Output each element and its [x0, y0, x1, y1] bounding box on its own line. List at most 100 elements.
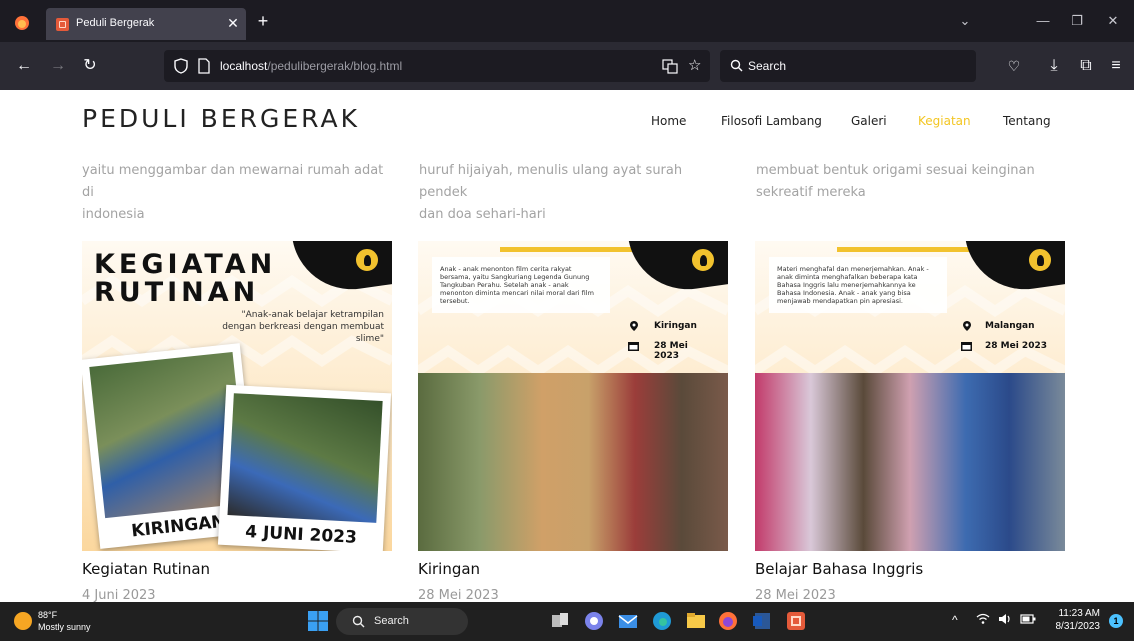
card-date: 4 Juni 2023 — [82, 588, 156, 602]
edge-browser-icon[interactable] — [650, 609, 674, 633]
description-line: yaitu menggambar dan mewarnai rumah adat… — [82, 163, 384, 200]
app-pinned-icon[interactable] — [784, 609, 808, 633]
photo-children-studying-english — [755, 373, 1065, 551]
address-bar[interactable]: localhost/pedulibergerak/blog.html ☆ — [164, 50, 710, 82]
activity-card[interactable]: Anak - anak menonton film cerita rakyat … — [418, 241, 730, 602]
previous-card-description: membuat bentuk origami sesuai keinginan … — [756, 160, 1068, 204]
wifi-icon[interactable] — [976, 613, 990, 628]
url-host: localhost — [220, 59, 268, 73]
poster-location: Malangan — [985, 321, 1035, 331]
url-text[interactable]: localhost/pedulibergerak/blog.html — [220, 59, 402, 73]
poster-location: Kiringan — [654, 321, 697, 331]
nav-tentang[interactable]: Tentang — [1003, 114, 1051, 128]
previous-card-description: huruf hijaiyah, menulis ulang ayat surah… — [419, 160, 731, 226]
description-line: membuat bentuk origami sesuai keinginan — [756, 163, 1035, 178]
clock-time: 11:23 AM — [1058, 608, 1100, 619]
activity-poster-image[interactable]: Anak - anak menonton film cerita rakyat … — [418, 241, 728, 551]
restore-window-icon[interactable]: ❐ — [1068, 12, 1086, 30]
reload-icon[interactable]: ↻ — [80, 56, 100, 76]
pocket-icon[interactable]: ♡ — [1004, 56, 1024, 76]
tab-title: Peduli Bergerak — [76, 17, 155, 29]
web-page: PEDULI BERGERAK Home Filosofi Lambang Ga… — [0, 90, 1134, 602]
mail-icon[interactable] — [616, 609, 640, 633]
poster-heading: KEGIATAN RUTINAN — [94, 251, 276, 307]
description-line: indonesia — [82, 207, 145, 222]
previous-card-description: yaitu menggambar dan mewarnai rumah adat… — [82, 160, 394, 226]
poster-heading-line: RUTINAN — [94, 277, 260, 308]
nav-filosofi-lambang[interactable]: Filosofi Lambang — [721, 114, 822, 128]
page-info-icon[interactable] — [198, 58, 210, 74]
description-line: dan doa sehari-hari — [419, 207, 546, 222]
poster-date: 28 Mei 2023 — [654, 341, 688, 361]
close-window-icon[interactable]: ✕ — [1104, 12, 1122, 30]
search-bar[interactable]: Search — [720, 50, 976, 82]
poster-description: Materi menghafal dan menerjemahkan. Anak… — [769, 257, 947, 313]
weather-condition: Mostly sunny — [38, 622, 91, 632]
firefox-taskbar-icon[interactable] — [716, 609, 740, 633]
weather-temperature: 88°F — [38, 610, 58, 620]
search-icon — [352, 615, 365, 628]
calendar-icon — [628, 342, 639, 351]
poster-date: 4 JUNI 2023 — [244, 522, 358, 548]
file-explorer-icon[interactable] — [684, 609, 708, 633]
photo-children-watching-film — [418, 373, 728, 551]
close-tab-icon[interactable]: ✕ — [224, 14, 242, 32]
nav-kegiatan[interactable]: Kegiatan — [918, 114, 971, 128]
poster-description: Anak - anak menonton film cerita rakyat … — [432, 257, 610, 313]
new-tab-icon[interactable]: + — [254, 12, 272, 30]
browser-toolbar: ← → ↻ localhost/pedulibergerak/blog.html… — [0, 42, 1134, 90]
location-pin-icon — [963, 321, 971, 331]
browser-tab-strip: Peduli Bergerak ✕ + ⌄ — ❐ ✕ — [0, 0, 1134, 42]
photo-plant-activity — [227, 393, 383, 523]
poster-quote: "Anak-anak belajar ketrampilan dengan be… — [222, 310, 384, 344]
word-icon[interactable] — [750, 609, 774, 633]
activity-card[interactable]: KEGIATAN RUTINAN "Anak-anak belajar ketr… — [82, 241, 394, 602]
card-title[interactable]: Belajar Bahasa Inggris — [755, 560, 923, 578]
description-line: sekreatif mereka — [756, 185, 866, 200]
windows-start-icon[interactable] — [306, 609, 330, 633]
card-date: 28 Mei 2023 — [418, 588, 499, 602]
organization-logo-icon — [1027, 247, 1053, 273]
volume-icon[interactable] — [998, 613, 1012, 628]
poster-accent-bar — [500, 247, 650, 252]
nav-home[interactable]: Home — [651, 114, 686, 128]
app-menu-icon[interactable]: ≡ — [1106, 56, 1126, 76]
system-clock[interactable]: 11:23 AM 8/31/2023 — [1052, 607, 1101, 633]
battery-icon[interactable] — [1020, 613, 1036, 628]
activity-poster-image[interactable]: Materi menghafal dan menerjemahkan. Anak… — [755, 241, 1065, 551]
polaroid-photo: 4 JUNI 2023 — [217, 384, 392, 551]
url-path: /pedulibergerak/blog.html — [267, 59, 403, 73]
nav-galeri[interactable]: Galeri — [851, 114, 887, 128]
task-view-icon[interactable] — [548, 609, 572, 633]
site-brand[interactable]: PEDULI BERGERAK — [82, 104, 360, 133]
search-input[interactable]: Search — [748, 59, 786, 73]
clock-date: 8/31/2023 — [1055, 621, 1101, 632]
browser-tab[interactable]: Peduli Bergerak ✕ — [46, 8, 246, 40]
poster-date: 28 Mei 2023 — [985, 341, 1047, 351]
show-hidden-icons-icon[interactable]: ^ — [952, 613, 958, 627]
back-icon[interactable]: ← — [14, 56, 34, 76]
calendar-icon — [961, 342, 972, 351]
organization-logo-icon — [354, 247, 380, 273]
notification-badge[interactable]: 1 — [1109, 614, 1123, 628]
teams-chat-icon[interactable] — [582, 609, 606, 633]
extensions-icon[interactable]: ⧉ — [1076, 56, 1096, 76]
weather-sun-icon — [14, 612, 32, 630]
poster-accent-bar — [837, 247, 987, 252]
activity-poster-image[interactable]: KEGIATAN RUTINAN "Anak-anak belajar ketr… — [82, 241, 392, 551]
card-date: 28 Mei 2023 — [755, 588, 836, 602]
tracking-protection-icon[interactable] — [174, 58, 188, 74]
description-line: huruf hijaiyah, menulis ulang ayat surah… — [419, 163, 683, 200]
forward-icon[interactable]: → — [48, 56, 68, 76]
activity-card[interactable]: Materi menghafal dan menerjemahkan. Anak… — [755, 241, 1067, 602]
card-title[interactable]: Kegiatan Rutinan — [82, 560, 210, 578]
taskbar-search[interactable]: Search — [336, 608, 468, 635]
bookmark-star-icon[interactable]: ☆ — [688, 56, 701, 74]
card-title[interactable]: Kiringan — [418, 560, 480, 578]
downloads-icon[interactable]: ⤓ — [1044, 56, 1064, 76]
translate-page-icon[interactable] — [662, 58, 678, 74]
minimize-window-icon[interactable]: — — [1034, 12, 1052, 30]
firefox-view-icon[interactable] — [14, 15, 30, 31]
site-header: PEDULI BERGERAK Home Filosofi Lambang Ga… — [0, 90, 1134, 158]
list-tabs-icon[interactable]: ⌄ — [956, 12, 974, 30]
